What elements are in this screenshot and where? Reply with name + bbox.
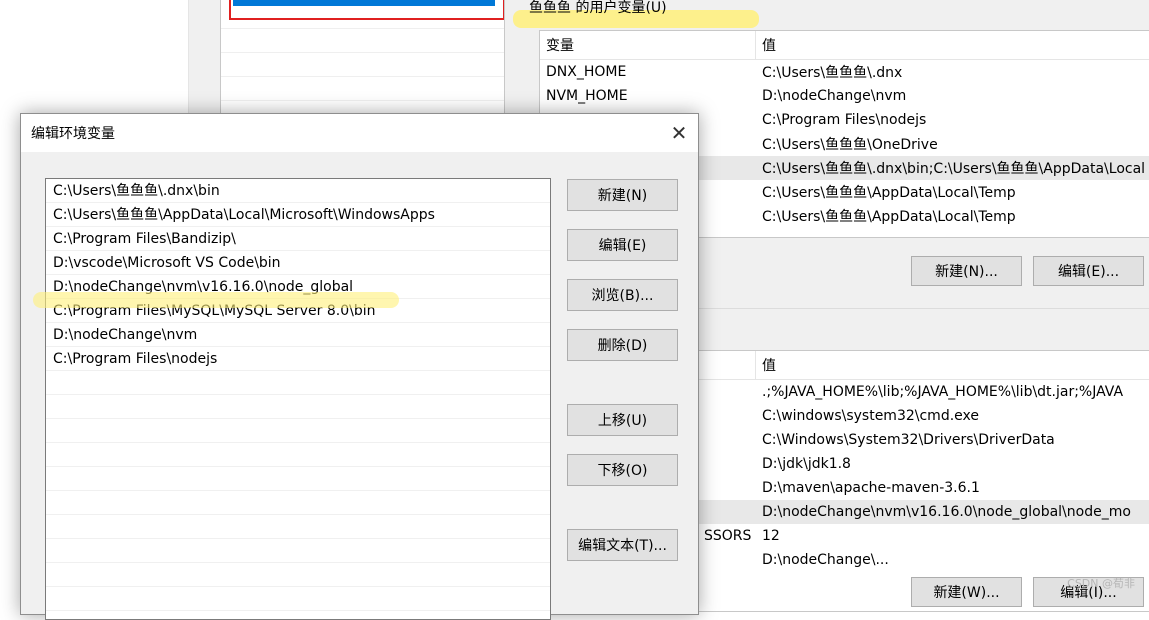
new-button[interactable]: 新建(N) xyxy=(567,179,678,211)
variable-value: C:\Program Files\nodejs xyxy=(762,112,927,128)
empty-row[interactable] xyxy=(46,467,550,491)
empty-row[interactable] xyxy=(46,563,550,587)
dialog-title: 编辑环境变量 xyxy=(31,126,115,142)
variable-value: C:\windows\system32\cmd.exe xyxy=(762,408,979,424)
variable-name: DNX_HOME xyxy=(546,64,627,80)
variable-value: C:\Users\鱼鱼鱼\AppData\Local\Temp xyxy=(762,185,1016,201)
path-item[interactable]: D:\vscode\Microsoft VS Code\bin xyxy=(46,251,550,275)
variable-value: 12 xyxy=(762,528,780,544)
variable-value: C:\Users\鱼鱼鱼\.dnx xyxy=(762,65,903,81)
column-header-value[interactable]: 值 xyxy=(756,35,776,55)
user-variables-title: 鱼鱼鱼 的用户变量(U) xyxy=(529,0,667,16)
empty-row[interactable] xyxy=(46,371,550,395)
list-divider xyxy=(221,76,505,77)
empty-row[interactable] xyxy=(46,515,550,539)
empty-row[interactable] xyxy=(46,587,550,611)
list-divider xyxy=(221,52,505,53)
variable-name: NVM_HOME xyxy=(546,88,628,104)
empty-row[interactable] xyxy=(46,443,550,467)
variable-value: D:\nodeChange\... xyxy=(762,552,889,568)
empty-row[interactable] xyxy=(46,539,550,563)
table-row[interactable]: DNX_HOME C:\Users\鱼鱼鱼\.dnx xyxy=(540,60,1149,84)
variable-value: D:\jdk\jdk1.8 xyxy=(762,456,851,472)
variable-value: D:\nodeChange\nvm xyxy=(762,88,907,104)
move-up-button[interactable]: 上移(U) xyxy=(567,404,678,436)
list-divider xyxy=(221,28,505,29)
watermark: CSDN @荀非 xyxy=(1067,577,1135,590)
table-row[interactable]: NVM_HOME D:\nodeChange\nvm xyxy=(540,84,1149,108)
path-item[interactable]: C:\Users\鱼鱼鱼\AppData\Local\Microsoft\Win… xyxy=(46,203,550,227)
edit-button[interactable]: 编辑(E) xyxy=(567,229,678,261)
user-edit-button[interactable]: 编辑(E)... xyxy=(1033,256,1144,286)
table-header: 变量 值 xyxy=(540,31,1149,60)
empty-row[interactable] xyxy=(46,491,550,515)
path-item[interactable]: C:\Program Files\nodejs xyxy=(46,347,550,371)
delete-button[interactable]: 删除(D) xyxy=(567,329,678,361)
column-header-variable[interactable]: 变量 xyxy=(540,31,756,59)
variable-value: C:\Users\鱼鱼鱼\AppData\Local\Temp xyxy=(762,209,1016,225)
empty-row[interactable] xyxy=(46,419,550,443)
browse-button[interactable]: 浏览(B)... xyxy=(567,279,678,311)
user-new-button[interactable]: 新建(N)... xyxy=(911,256,1022,286)
path-item[interactable]: C:\Users\鱼鱼鱼\.dnx\bin xyxy=(46,179,550,203)
system-new-button[interactable]: 新建(W)... xyxy=(911,577,1022,607)
variable-value: D:\nodeChange\nvm\v16.16.0\node_global\n… xyxy=(762,504,1131,520)
path-list[interactable]: C:\Users\鱼鱼鱼\.dnx\bin C:\Users\鱼鱼鱼\AppDa… xyxy=(45,178,551,620)
dialog-titlebar[interactable]: 编辑环境变量 ✕ xyxy=(21,114,698,152)
edit-environment-variable-dialog: 编辑环境变量 ✕ C:\Users\鱼鱼鱼\.dnx\bin C:\Users\… xyxy=(20,113,699,620)
variable-value: C:\Users\鱼鱼鱼\OneDrive xyxy=(762,137,938,153)
variable-value: C:\Users\鱼鱼鱼\.dnx\bin;C:\Users\鱼鱼鱼\AppDa… xyxy=(762,161,1146,177)
path-item[interactable]: D:\nodeChange\nvm xyxy=(46,323,550,347)
move-down-button[interactable]: 下移(O) xyxy=(567,454,678,486)
close-icon[interactable]: ✕ xyxy=(660,114,698,152)
variable-value: D:\maven\apache-maven-3.6.1 xyxy=(762,480,980,496)
empty-row[interactable] xyxy=(46,395,550,419)
background-selected-row[interactable] xyxy=(233,0,495,6)
edit-text-button[interactable]: 编辑文本(T)... xyxy=(567,529,678,561)
highlight-marker xyxy=(33,292,399,308)
path-item[interactable]: C:\Program Files\Bandizip\ xyxy=(46,227,550,251)
list-divider xyxy=(221,100,505,101)
variable-value: C:\Windows\System32\Drivers\DriverData xyxy=(762,432,1055,448)
column-header-value[interactable]: 值 xyxy=(756,355,776,375)
variable-value: .;%JAVA_HOME%\lib;%JAVA_HOME%\lib\dt.jar… xyxy=(762,384,1124,400)
